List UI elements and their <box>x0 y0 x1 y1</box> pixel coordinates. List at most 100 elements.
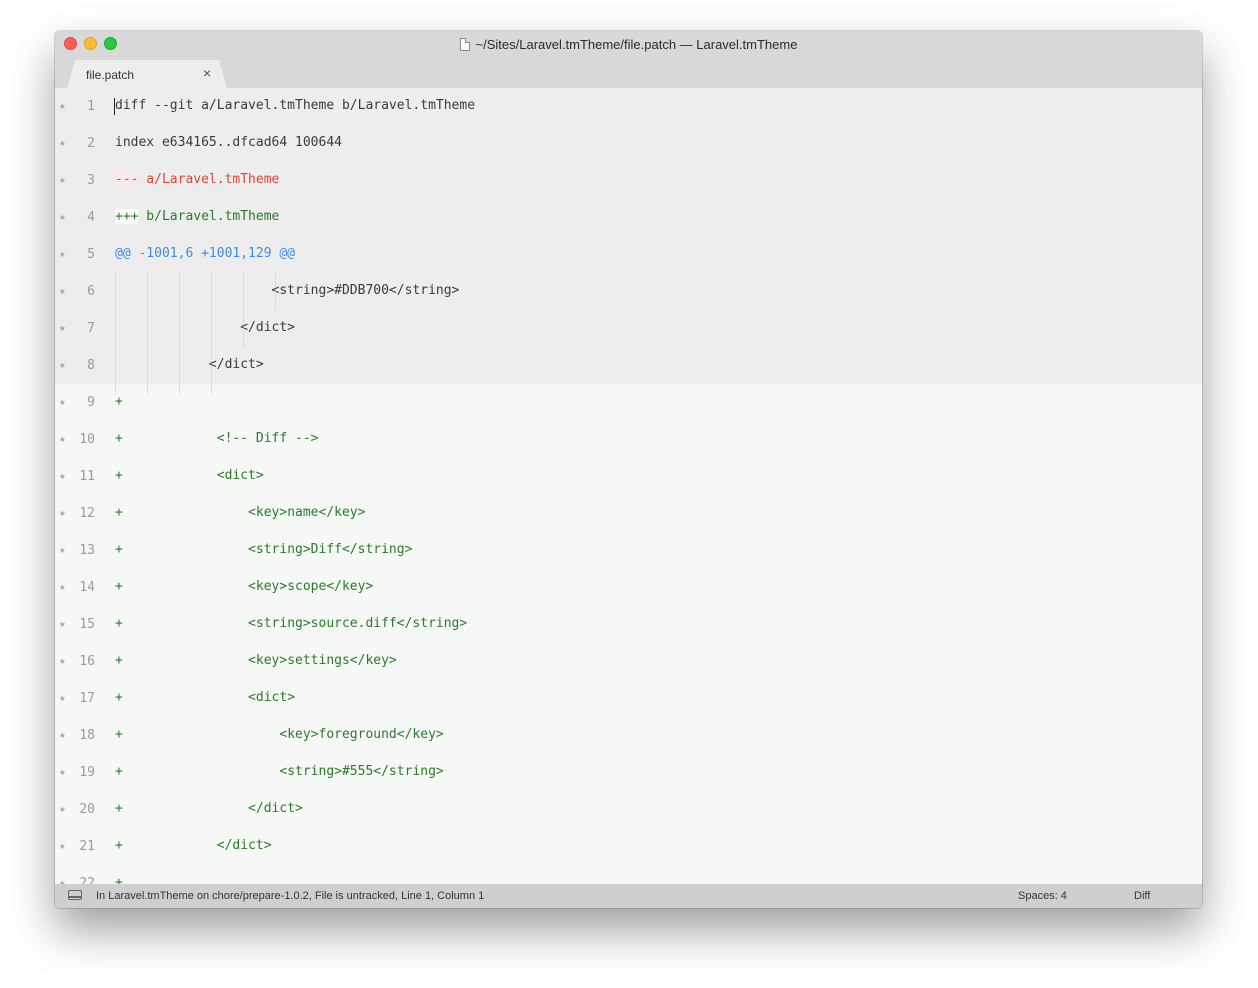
code-line[interactable]: ★ 17 + <dict> <box>55 680 1202 717</box>
bookmark-star-icon[interactable]: ★ <box>59 321 66 334</box>
indentation-setting[interactable]: Spaces: 4 <box>1018 890 1067 902</box>
code-text: index e634165..dfcad64 100644 <box>115 135 342 150</box>
bookmark-star-icon[interactable]: ★ <box>59 432 66 445</box>
code-token: + <box>115 875 123 884</box>
code-line[interactable]: ★ 20 + </dict> <box>55 791 1202 828</box>
code-line[interactable]: ★ 16 + <key>settings</key> <box>55 643 1202 680</box>
bookmark-star-icon[interactable]: ★ <box>59 839 66 852</box>
bookmark-star-icon[interactable]: ★ <box>59 469 66 482</box>
code-token: <string>#555</string> <box>122 764 444 779</box>
code-line[interactable]: ★ 14 + <key>scope</key> <box>55 569 1202 606</box>
code-line[interactable]: ★ 19 + <string>#555</string> <box>55 754 1202 791</box>
indent-guide <box>211 273 212 394</box>
bookmark-star-icon[interactable]: ★ <box>59 691 66 704</box>
code-text: --- a/Laravel.tmTheme <box>115 172 279 187</box>
bookmark-star-icon[interactable]: ★ <box>59 617 66 630</box>
code-text: diff --git a/Laravel.tmTheme b/Laravel.t… <box>115 98 475 113</box>
bookmark-star-icon[interactable]: ★ <box>59 358 66 371</box>
panel-toggle-icon[interactable] <box>68 890 82 900</box>
bookmark-star-icon[interactable]: ★ <box>59 580 66 593</box>
bookmark-star-icon[interactable]: ★ <box>59 543 66 556</box>
code-line[interactable]: ★ 18 + <key>foreground</key> <box>55 717 1202 754</box>
code-token: <dict> <box>122 690 296 705</box>
bookmark-star-icon[interactable]: ★ <box>59 506 66 519</box>
code-text: + <string>Diff</string> <box>115 542 412 557</box>
tab-label: file.patch <box>86 68 135 82</box>
status-bar: In Laravel.tmTheme on chore/prepare-1.0.… <box>55 884 1202 908</box>
document-icon <box>459 37 470 51</box>
bookmark-star-icon[interactable]: ★ <box>59 765 66 778</box>
code-line[interactable]: ★ 5 @@ -1001,6 +1001,129 @@ <box>55 236 1202 273</box>
code-token: + <box>115 653 123 668</box>
code-editor[interactable]: ★ 1 diff --git a/Laravel.tmTheme b/Laravel… <box>55 88 1202 884</box>
bookmark-star-icon[interactable]: ★ <box>59 876 66 884</box>
code-line[interactable]: ★ 10 + <!-- Diff --> <box>55 421 1202 458</box>
code-line[interactable]: ★ 4 +++ b/Laravel.tmTheme <box>55 199 1202 236</box>
code-line[interactable]: ★ 11 + <dict> <box>55 458 1202 495</box>
code-line[interactable]: ★ 1 diff --git a/Laravel.tmTheme b/Laravel… <box>55 88 1202 125</box>
code-token: @@ -1001,6 +1001,129 @@ <box>115 246 296 261</box>
bookmark-star-icon[interactable]: ★ <box>59 284 66 297</box>
code-token: </dict> <box>115 320 296 335</box>
code-text: + <box>115 875 123 884</box>
bookmark-star-icon[interactable]: ★ <box>59 136 66 149</box>
line-number: 3 <box>87 173 95 188</box>
code-line[interactable]: ★ 8 </dict> <box>55 347 1202 384</box>
code-line[interactable]: ★ 3 --- a/Laravel.tmTheme <box>55 162 1202 199</box>
bookmark-star-icon[interactable]: ★ <box>59 173 66 186</box>
code-line[interactable]: ★ 13 + <string>Diff</string> <box>55 532 1202 569</box>
code-line[interactable]: ★ 12 + <key>name</key> <box>55 495 1202 532</box>
code-line[interactable]: ★ 2 index e634165..dfcad64 100644 <box>55 125 1202 162</box>
code-text: @@ -1001,6 +1001,129 @@ <box>115 246 295 261</box>
code-token: </dict> <box>122 838 272 853</box>
tab-close-icon[interactable]: × <box>203 65 211 81</box>
bookmark-star-icon[interactable]: ★ <box>59 395 66 408</box>
code-line[interactable]: ★ 21 + </dict> <box>55 828 1202 865</box>
code-token: <key>settings</key> <box>122 653 397 668</box>
line-number: 16 <box>79 654 95 669</box>
code-token: + <box>115 690 123 705</box>
code-line[interactable]: ★ 7 </dict> <box>55 310 1202 347</box>
bookmark-star-icon[interactable]: ★ <box>59 728 66 741</box>
code-token: + <box>115 468 123 483</box>
code-text: + </dict> <box>115 838 272 853</box>
code-token: + <box>115 542 123 557</box>
code-text: </dict> <box>115 320 295 335</box>
code-line[interactable]: ★ 22 + <box>55 865 1202 884</box>
bookmark-star-icon[interactable]: ★ <box>59 210 66 223</box>
code-token: <string>Diff</string> <box>122 542 413 557</box>
line-number: 12 <box>79 506 95 521</box>
indent-guide <box>115 273 116 394</box>
line-number: 2 <box>87 136 95 151</box>
code-token: <string>#DDB700</string> <box>115 283 460 298</box>
status-info: In Laravel.tmTheme on chore/prepare-1.0.… <box>96 890 485 902</box>
title-bar[interactable]: ~/Sites/Laravel.tmTheme/file.patch — Lar… <box>55 31 1202 88</box>
code-line[interactable]: ★ 9 + <box>55 384 1202 421</box>
tab-file-patch[interactable]: file.patch × <box>67 60 227 88</box>
indent-guide <box>243 273 244 347</box>
line-number: 13 <box>79 543 95 558</box>
syntax-selector[interactable]: Diff <box>1134 890 1150 902</box>
bookmark-star-icon[interactable]: ★ <box>59 654 66 667</box>
code-line[interactable]: ★ 6 <string>#DDB700</string> <box>55 273 1202 310</box>
code-token: + <box>115 505 123 520</box>
indent-guide <box>147 273 148 394</box>
code-line[interactable]: ★ 15 + <string>source.diff</string> <box>55 606 1202 643</box>
code-token: --- <box>115 172 139 187</box>
line-number: 5 <box>87 247 95 262</box>
code-text: + <string>#555</string> <box>115 764 444 779</box>
bookmark-star-icon[interactable]: ★ <box>59 247 66 260</box>
code-token: + <box>115 764 123 779</box>
line-number: 10 <box>79 432 95 447</box>
code-text: </dict> <box>115 357 264 372</box>
code-token: <key>scope</key> <box>122 579 374 594</box>
code-token: <key>foreground</key> <box>122 727 444 742</box>
code-token: + <box>115 394 123 409</box>
line-number: 4 <box>87 210 95 225</box>
code-token: <string>source.diff</string> <box>122 616 468 631</box>
bookmark-star-icon[interactable]: ★ <box>59 99 66 112</box>
code-token: <key>name</key> <box>122 505 366 520</box>
bookmark-star-icon[interactable]: ★ <box>59 802 66 815</box>
line-number: 19 <box>79 765 95 780</box>
code-token: index e634165..dfcad64 100644 <box>115 135 342 150</box>
